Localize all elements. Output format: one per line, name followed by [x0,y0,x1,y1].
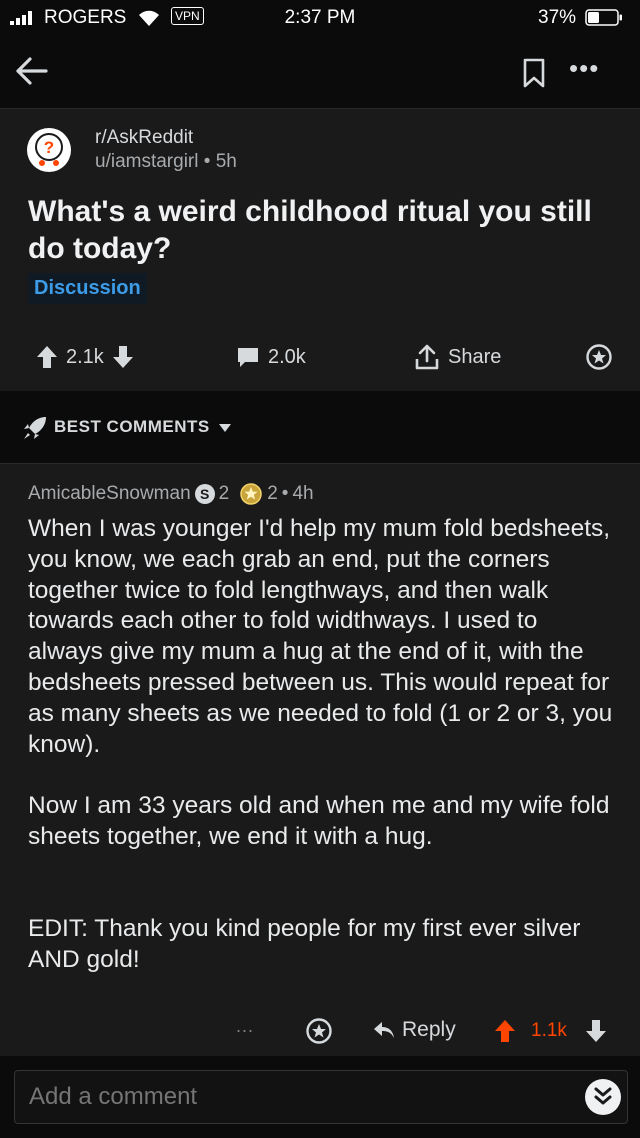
comment-more-button[interactable]: ... [236,1016,254,1037]
battery-icon [585,9,622,26]
comment-icon [238,348,258,367]
comment-composer [0,1056,640,1138]
downvote-icon[interactable] [112,345,134,369]
chevrons-down-icon[interactable] [585,1079,621,1115]
subreddit-icon[interactable]: ? [26,127,72,173]
rocket-icon [24,417,46,439]
add-comment-input[interactable] [29,1081,549,1113]
post-card: ? r/AskReddit u/iamstargirl • 5h What's … [0,109,640,391]
comment-meta: AmicableSnowman S 2 2 • 4h [28,482,314,506]
comment-sort-bar[interactable]: BEST COMMENTS [0,391,640,464]
post-author[interactable]: u/iamstargirl [95,151,198,172]
gold-award-icon [240,483,262,505]
award-icon[interactable] [586,344,612,370]
silver-award-icon: S [194,484,215,504]
comment-score: 1.1k [531,1020,567,1041]
meta-separator: • [281,483,289,504]
caret-down-icon [219,424,231,432]
comment-actions: ... Reply 1.1k [0,1014,640,1048]
post-title[interactable]: What's a weird childhood ritual you stil… [28,193,618,267]
nav-bar: ••• [0,36,640,109]
comment-count: 2.0k [268,345,306,368]
comment-body: When I was younger I'd help my mum fold … [28,514,618,976]
share-label: Share [448,345,502,368]
upvote-icon[interactable] [494,1019,516,1043]
comment-paragraph: EDIT: Thank you kind people for my first… [28,915,581,974]
meta-separator: • [203,151,216,172]
status-bar: ROGERS VPN 2:37 PM 37% [0,0,640,36]
silver-count: 2 [218,483,230,504]
comments-button[interactable]: 2.0k [236,337,306,377]
back-arrow-icon[interactable] [14,56,48,86]
upvote-icon[interactable] [36,345,58,369]
gold-count: 2 [267,483,278,504]
share-icon [415,344,439,370]
post-score: 2.1k [66,345,104,368]
more-icon[interactable]: ••• [569,55,599,81]
post-flair[interactable]: Discussion [28,273,147,304]
comment: AmicableSnowman S 2 2 • 4h When I was yo… [0,464,640,1054]
share-button[interactable]: Share [414,337,501,377]
battery-percent: 37% [538,7,577,28]
downvote-icon[interactable] [585,1019,607,1043]
subreddit-name[interactable]: r/AskReddit [95,127,193,149]
bookmark-icon[interactable] [522,58,546,88]
reply-icon [374,1022,394,1038]
award-icon[interactable] [306,1018,332,1044]
comment-paragraph: When I was younger I'd help my mum fold … [28,515,613,758]
comment-author[interactable]: AmicableSnowman [28,483,191,505]
reply-label: Reply [402,1018,456,1041]
sort-label: BEST COMMENTS [54,417,210,436]
vote-group: 2.1k [36,337,134,377]
post-meta: u/iamstargirl • 5h [95,151,237,173]
reply-button[interactable]: Reply [372,1018,456,1042]
post-actions: 2.1k 2.0k Share [0,337,640,377]
post-age: 5h [215,151,237,172]
comment-age: 4h [292,483,314,504]
comment-paragraph: Now I am 33 years old and when me and my… [28,792,610,850]
svg-text:?: ? [44,138,54,157]
comment-box[interactable] [14,1070,628,1124]
